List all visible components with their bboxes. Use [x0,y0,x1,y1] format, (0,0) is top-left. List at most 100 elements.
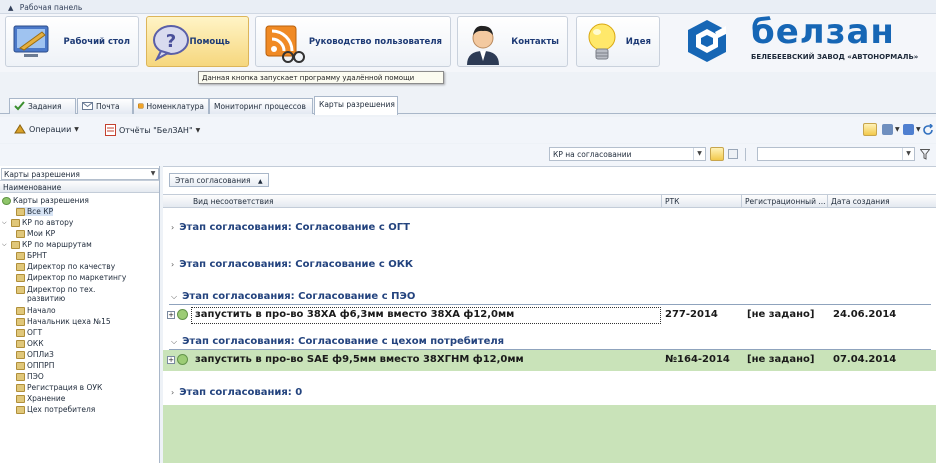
folder-icon [16,406,25,414]
search-icon[interactable] [710,147,724,161]
chevron-down-icon[interactable]: ▼ [693,148,705,160]
tree-node[interactable]: Регистрация в ОУК [16,383,102,392]
chevron-down-icon[interactable]: ▼ [902,148,914,160]
tree-node[interactable]: Карты разрешения [2,196,89,205]
tree-node[interactable]: ОППРП [16,361,54,370]
column-header-registration[interactable]: Регистрационный ... [745,197,826,206]
tab-process-monitoring[interactable]: Мониторинг процессов [209,98,313,114]
tree-node[interactable]: Хранение [16,394,65,403]
group-panel: Этап согласования ▲ [163,167,936,194]
tab-tasks[interactable]: Задания [9,98,76,114]
column-separator[interactable] [661,195,662,208]
table-row[interactable]: + запустить в про-во SAE ф9,5мм вместо 3… [163,350,936,371]
user-guide-button[interactable]: Руководство пользователя [255,16,451,67]
empty-grid-area [163,405,936,463]
tree-node[interactable]: Начало [16,306,56,315]
column-header-created[interactable]: Дата создания [831,197,890,206]
tree-node-label: ОГТ [27,328,43,337]
separator [745,148,746,161]
tree-node-label: ОПЛиЗ [27,350,54,359]
chevron-down-icon: ▼ [195,126,201,134]
desktop-button-label: Рабочий стол [63,37,130,47]
export-icon[interactable] [903,124,914,135]
folder-icon [16,274,25,282]
permit-card-icon [177,354,188,365]
contacts-button[interactable]: Контакты [457,16,568,67]
grid-view-icon[interactable] [728,149,738,159]
group-by-chip[interactable]: Этап согласования ▲ [169,173,269,187]
chevron-right-icon[interactable]: › [171,260,174,269]
tree-node[interactable]: Директор по тех. развитию [16,285,156,303]
tree-node[interactable]: ⌵ КР по маршрутам [2,240,92,249]
table-row[interactable]: + запустить в про-во 38ХА ф6,3мм вместо … [163,305,936,326]
refresh-icon[interactable] [922,124,934,136]
idea-button[interactable]: Идея [576,16,660,67]
group-row[interactable]: ⌵ Этап согласования: Согласование с цехом… [171,336,504,347]
cell-registration: [не задано] [747,354,815,365]
column-header-defect[interactable]: Вид несоответствия [193,197,273,206]
reports-menu[interactable]: Отчёты "БелЗАН" ▼ [105,124,200,136]
expand-row-icon[interactable]: + [167,356,175,364]
column-separator[interactable] [741,195,742,208]
tree-node[interactable]: Все КР [16,207,54,216]
operations-menu[interactable]: Операции ▼ [14,124,79,135]
search-field[interactable]: ▼ [757,147,915,161]
company-logo: белзан БЕЛЕБЕЕВСКИЙ ЗАВОД «АВТОНОРМАЛЬ» [685,12,936,68]
column-header-row: Вид несоответствия РТК Регистрационный .… [163,194,936,208]
group-label: Этап согласования: Согласование с ОКК [179,259,414,270]
group-row[interactable]: › Этап согласования: Согласование с ОГТ [171,222,410,233]
chevron-down-icon[interactable]: ⌵ [2,240,9,249]
tree-node[interactable]: Мои КР [16,229,55,238]
tree-node-label: Начальник цеха №15 [27,317,111,326]
expand-row-icon[interactable]: + [167,311,175,319]
group-row[interactable]: › Этап согласования: Согласование с ОКК [171,259,413,270]
chevron-right-icon[interactable]: › [171,388,174,397]
cell-created: 24.06.2014 [833,309,897,320]
desktop-button[interactable]: Рабочий стол [5,16,139,67]
help-button-label: Помощь [189,37,230,47]
tab-nomenclature[interactable]: Номенклатура [133,98,209,114]
toolbar: Операции ▼ Отчёты "БелЗАН" ▼ ▼ ▼ [0,117,936,143]
group-label: Этап согласования: Согласование с ПЭО [182,291,416,302]
chevron-down-icon[interactable]: ▼ [895,126,900,133]
collapse-caret-icon[interactable]: ▲ [8,4,13,12]
group-row[interactable]: ⌵ Этап согласования: Согласование с ПЭО [171,291,415,302]
tree-node[interactable]: ОКК [16,339,44,348]
folder-icon [16,230,25,238]
tree-column-header[interactable]: Наименование [0,180,159,193]
chevron-down-icon[interactable]: ▼ [916,126,921,133]
filter-icon[interactable] [920,149,930,160]
column-header-rtk[interactable]: РТК [665,197,679,206]
chevron-right-icon[interactable]: › [171,223,174,232]
tree-node[interactable]: ОПЛиЗ [16,350,54,359]
chevron-down-icon[interactable]: ▼ [148,169,158,179]
tree-node-label: ОППРП [27,361,55,370]
folder-icon [16,307,25,315]
tree-node[interactable]: Директор по маркетингу [16,273,126,282]
tree-node[interactable]: Директор по качеству [16,262,115,271]
tab-mail[interactable]: Почта [77,98,133,114]
chevron-down-icon[interactable]: ⌵ [2,218,9,227]
folder-icon [16,263,25,271]
tree-node[interactable]: ⌵ КР по автору [2,218,73,227]
tree-node[interactable]: ОГТ [16,328,42,337]
column-separator[interactable] [827,195,828,208]
edit-icon[interactable] [882,124,893,135]
tree-node-label: Начало [27,306,56,315]
cell-registration: [не задано] [747,309,815,320]
chevron-down-icon[interactable]: ⌵ [171,337,177,346]
chevron-down-icon[interactable]: ⌵ [171,292,177,301]
tree-node[interactable]: Начальник цеха №15 [16,317,111,326]
tree-node[interactable]: ПЭО [16,372,44,381]
tree-view-select[interactable]: Карты разрешения ▼ [1,168,159,180]
tree-node-label: Мои КР [27,229,56,238]
tree-node[interactable]: БРНТ [16,251,47,260]
user-view-icon[interactable] [863,123,877,136]
status-filter-select[interactable]: КР на согласовании ▼ [549,147,706,161]
tree-node[interactable]: Цех потребителя [16,405,95,414]
help-button[interactable]: ? Помощь [146,16,249,67]
chevron-down-icon: ▼ [74,126,79,133]
tab-strip: Задания Почта Номенклатура Мониторинг пр… [0,94,936,115]
group-row[interactable]: › Этап согласования: 0 [171,387,302,398]
tab-permit-cards[interactable]: Карты разрешения [314,96,398,115]
